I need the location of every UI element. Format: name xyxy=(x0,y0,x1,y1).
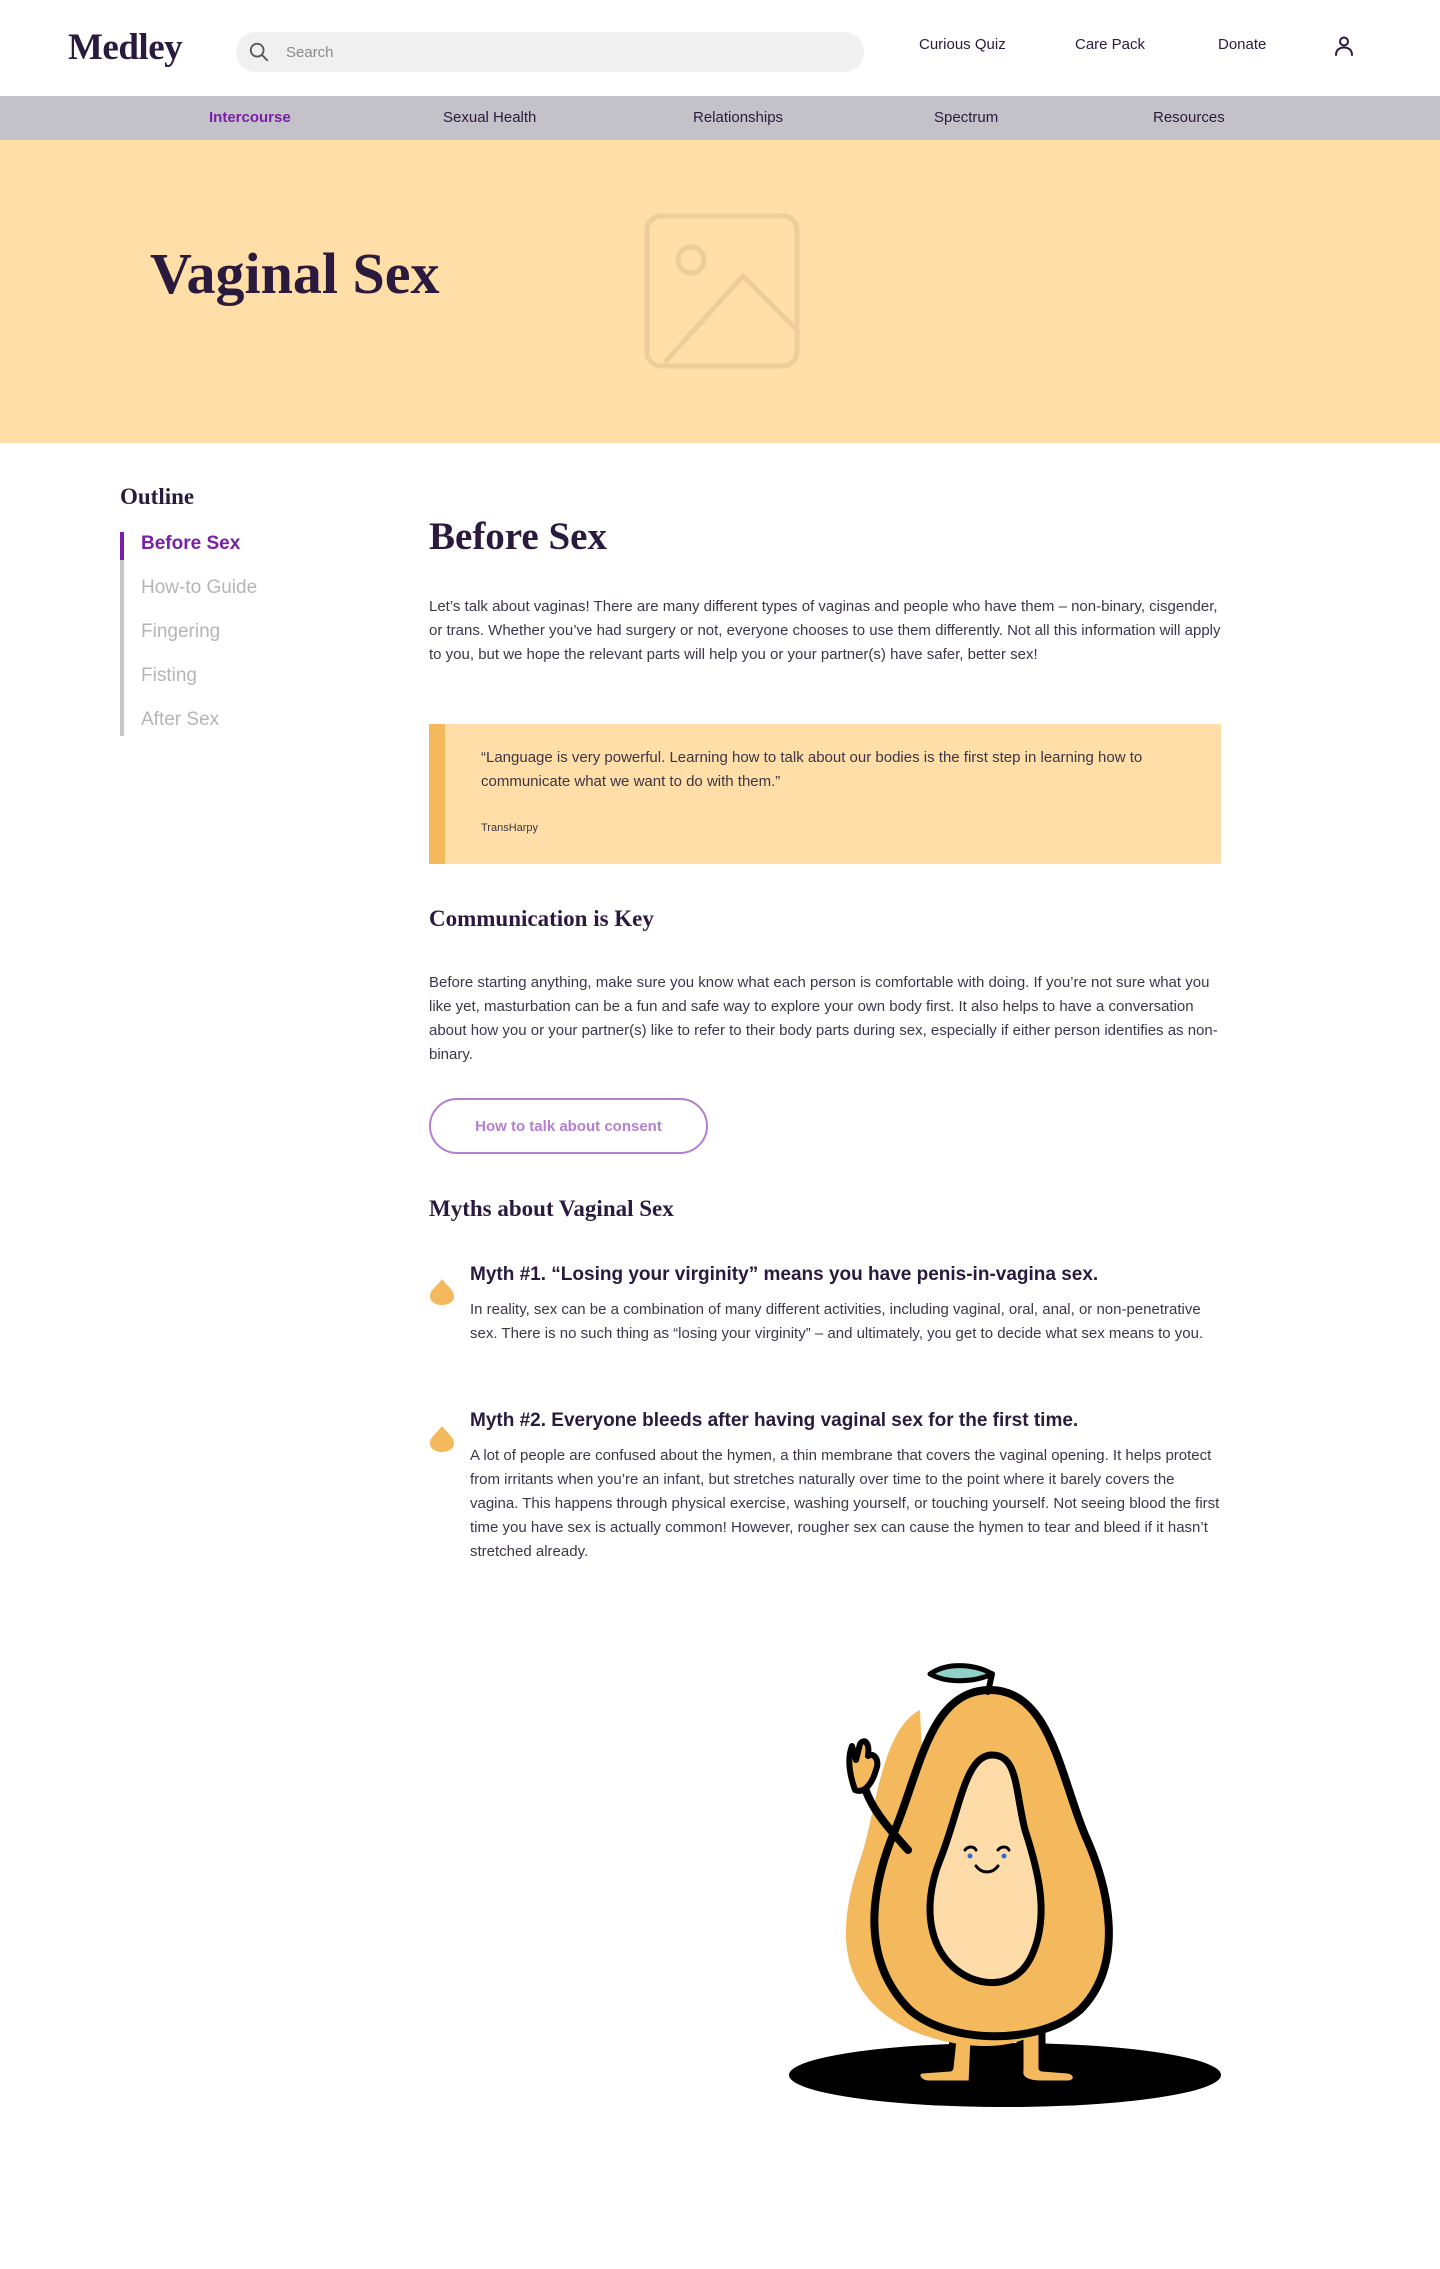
outline-item-fisting[interactable]: Fisting xyxy=(141,665,197,687)
search-bar[interactable] xyxy=(236,32,864,72)
site-logo[interactable]: Medley xyxy=(68,26,183,69)
category-resources[interactable]: Resources xyxy=(1153,109,1225,126)
site-header: Medley Curious Quiz Care Pack Donate xyxy=(0,0,1440,96)
myth-2-body: A lot of people are confused about the h… xyxy=(470,1447,1220,1560)
quote-block: “Language is very powerful. Learning how… xyxy=(429,724,1221,864)
category-sexual-health[interactable]: Sexual Health xyxy=(443,109,536,126)
outline-active-indicator xyxy=(120,532,124,560)
page-title: Vaginal Sex xyxy=(150,241,440,306)
category-relationships[interactable]: Relationships xyxy=(693,109,783,126)
droplet-icon xyxy=(430,1426,454,1452)
myth-2-title: Myth #2. Everyone bleeds after having va… xyxy=(470,1410,1079,1431)
nav-link-donate[interactable]: Donate xyxy=(1218,36,1266,53)
quote-text: “Language is very powerful. Learning how… xyxy=(481,749,1143,790)
nav-link-care-pack[interactable]: Care Pack xyxy=(1075,36,1145,53)
outline-item-fingering[interactable]: Fingering xyxy=(141,621,220,643)
intro-paragraph: Let’s talk about vaginas! There are many… xyxy=(429,598,1221,663)
papaya-mascot-illustration xyxy=(789,1663,1221,2107)
category-nav: Intercourse Sexual Health Relationships … xyxy=(0,96,1440,140)
category-spectrum[interactable]: Spectrum xyxy=(934,109,998,126)
search-input[interactable] xyxy=(286,32,846,72)
category-intercourse[interactable]: Intercourse xyxy=(209,109,291,126)
myth-1-title: Myth #1. “Losing your virginity” means y… xyxy=(470,1264,1099,1285)
outline-item-how-to-guide[interactable]: How-to Guide xyxy=(141,577,257,599)
consent-guide-button[interactable]: How to talk about consent xyxy=(429,1098,708,1154)
outline-title: Outline xyxy=(120,484,195,509)
section-heading-communication: Communication is Key xyxy=(429,906,654,931)
myth-1-body: In reality, sex can be a combination of … xyxy=(470,1301,1204,1342)
outline-track xyxy=(120,532,124,736)
user-icon[interactable] xyxy=(1332,34,1356,58)
outline-item-after-sex[interactable]: After Sex xyxy=(141,709,219,731)
nav-link-curious-quiz[interactable]: Curious Quiz xyxy=(919,36,1006,53)
communication-paragraph: Before starting anything, make sure you … xyxy=(429,974,1218,1063)
section-heading-myths: Myths about Vaginal Sex xyxy=(429,1196,674,1221)
hero-banner: Vaginal Sex xyxy=(0,140,1440,443)
droplet-icon xyxy=(430,1279,454,1305)
section-heading-before-sex: Before Sex xyxy=(429,515,607,558)
outline-item-before-sex[interactable]: Before Sex xyxy=(141,533,240,555)
search-icon[interactable] xyxy=(248,41,270,63)
image-placeholder-icon xyxy=(644,213,800,369)
quote-author: TransHarpy xyxy=(481,822,539,834)
